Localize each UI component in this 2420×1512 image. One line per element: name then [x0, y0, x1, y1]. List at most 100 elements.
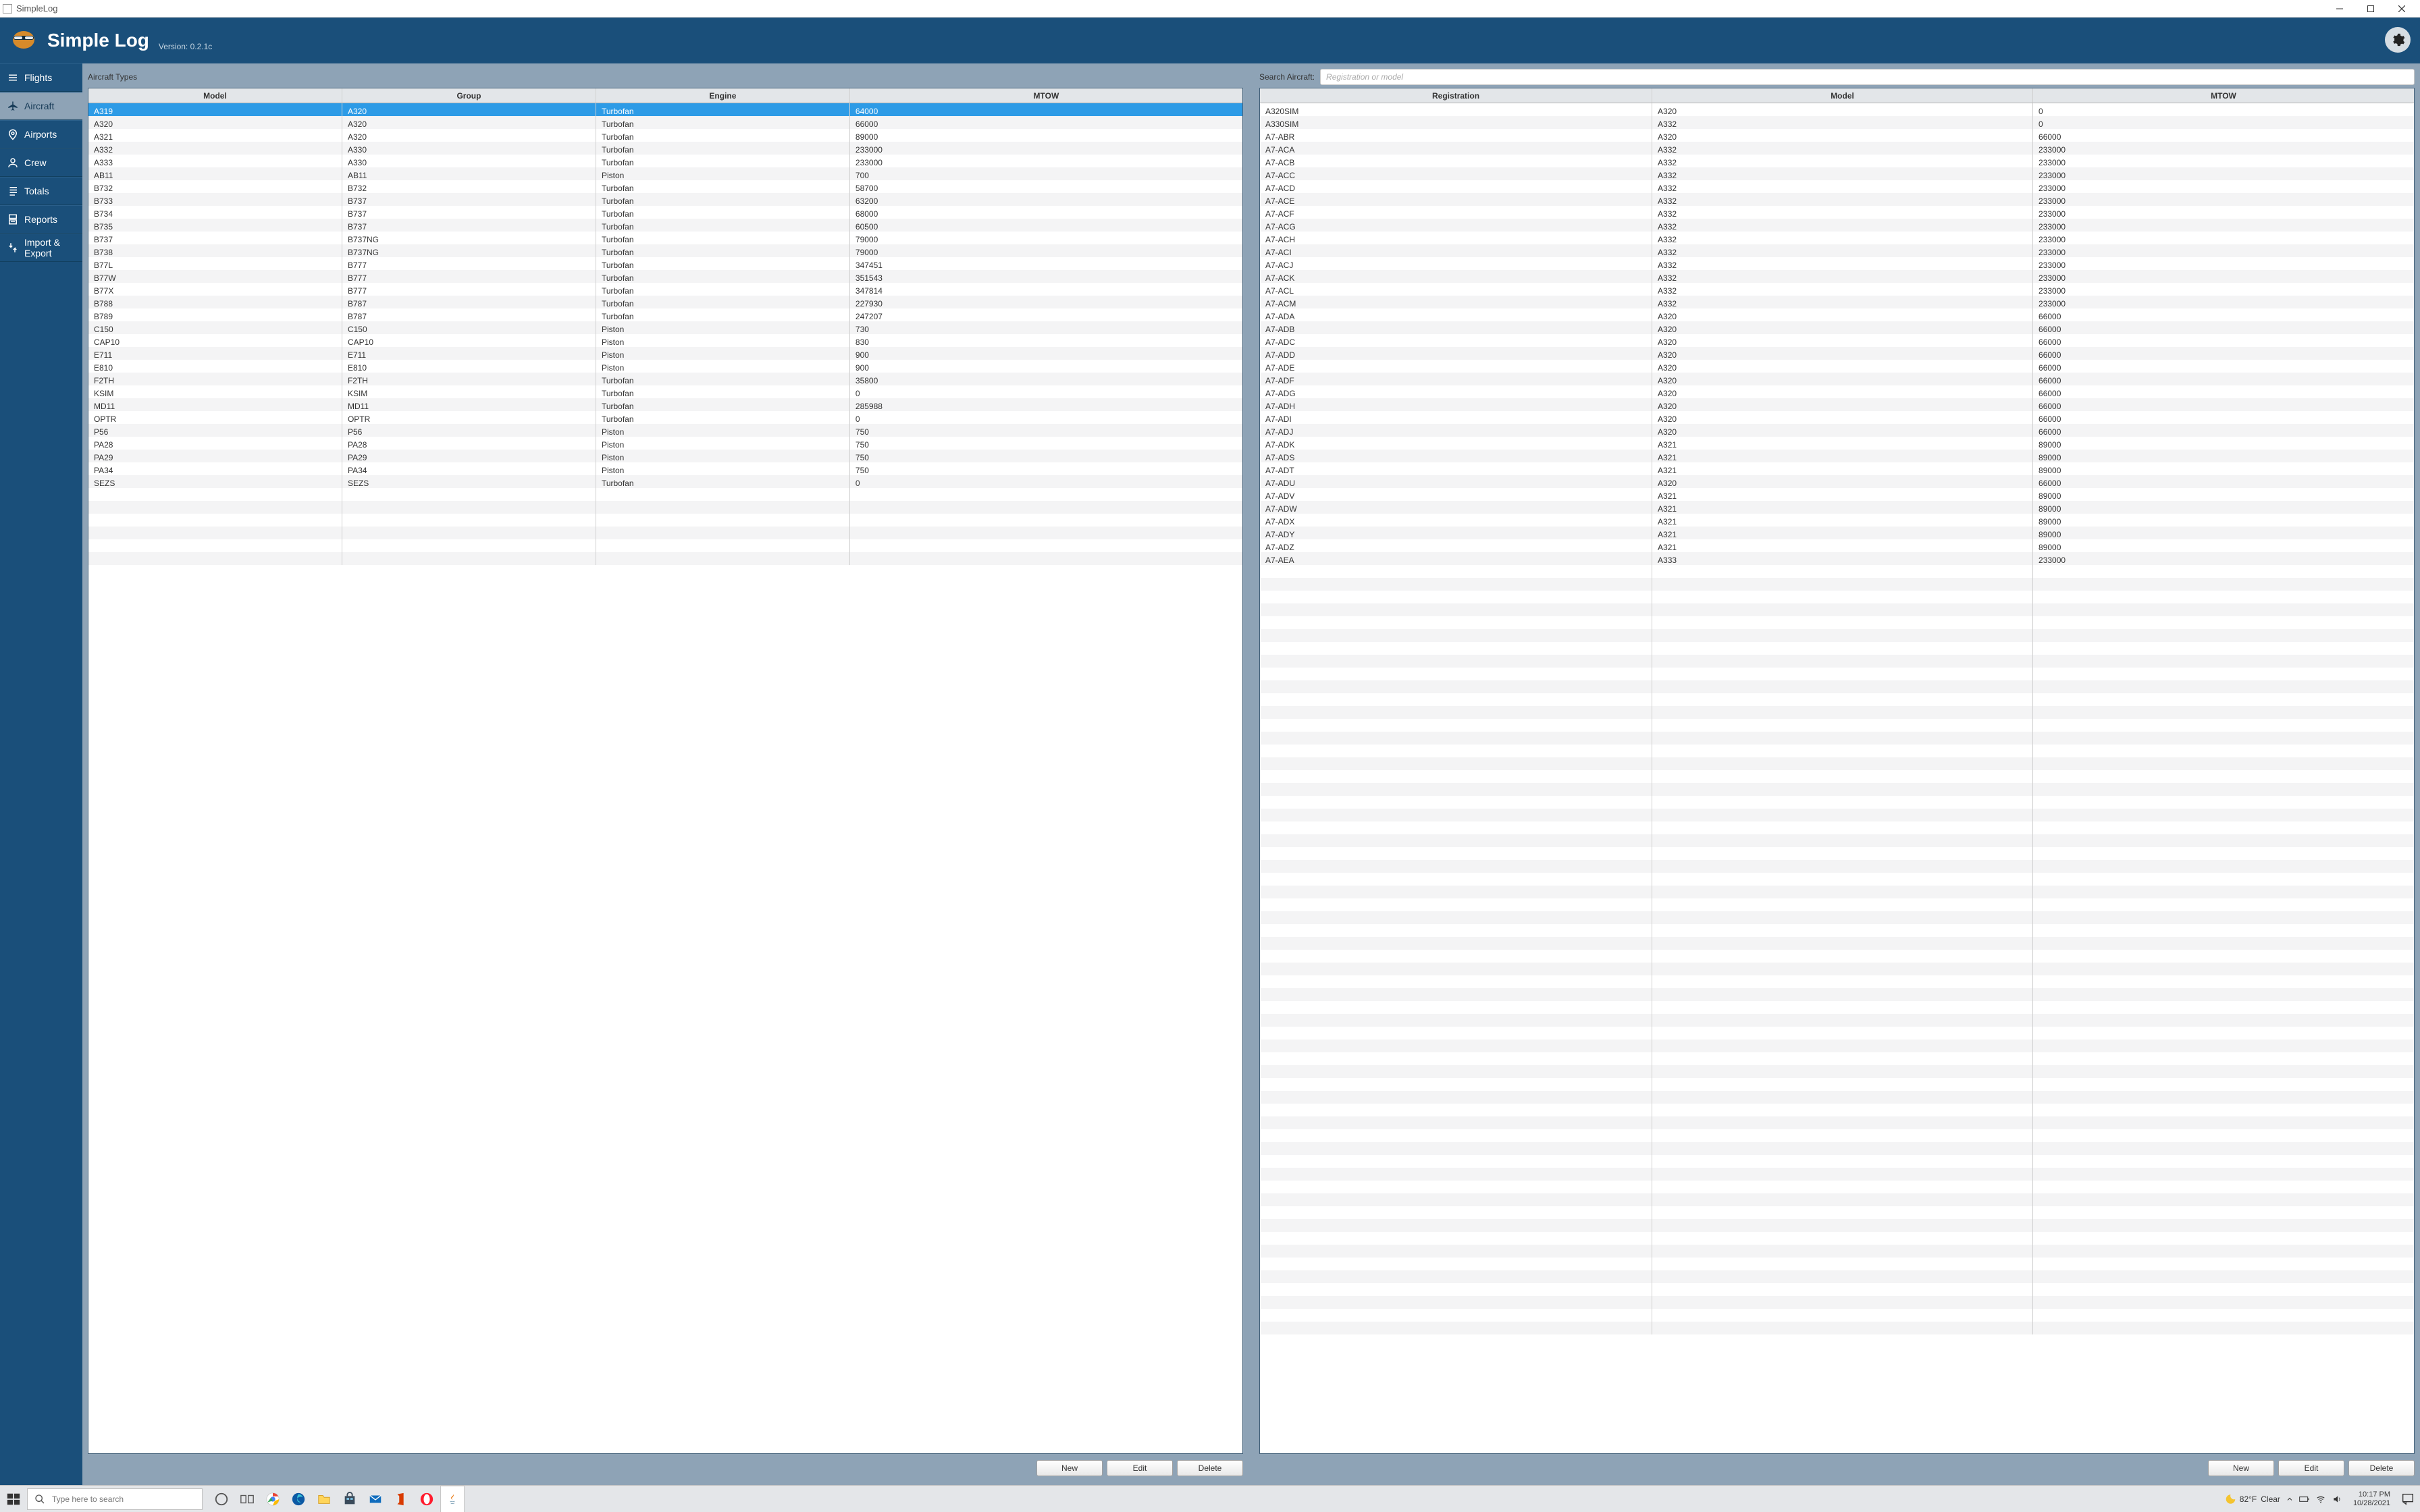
window-maximize-button[interactable]	[2355, 0, 2386, 18]
table-row[interactable]	[1260, 834, 2414, 847]
table-row[interactable]	[1260, 668, 2414, 680]
col-registration[interactable]: Registration	[1260, 88, 1652, 103]
col-mtow2[interactable]: MTOW	[2033, 88, 2414, 103]
table-row[interactable]: A7-ADTA32189000	[1260, 462, 2414, 475]
table-row[interactable]: A7-ADFA32066000	[1260, 373, 2414, 385]
table-row[interactable]	[1260, 1001, 2414, 1014]
table-row[interactable]: PA29PA29Piston750	[88, 450, 1242, 462]
table-row[interactable]: B77XB777Turbofan347814	[88, 283, 1242, 296]
table-row[interactable]	[88, 552, 1242, 565]
table-row[interactable]: A7-ACLA332233000	[1260, 283, 2414, 296]
table-row[interactable]	[1260, 719, 2414, 732]
table-row[interactable]: A7-ACGA332233000	[1260, 219, 2414, 232]
table-row[interactable]	[1260, 745, 2414, 757]
table-row[interactable]: CAP10CAP10Piston830	[88, 334, 1242, 347]
table-row[interactable]	[1260, 873, 2414, 886]
table-row[interactable]: E810E810Piston900	[88, 360, 1242, 373]
table-row[interactable]	[1260, 591, 2414, 603]
table-row[interactable]	[1260, 1232, 2414, 1245]
table-row[interactable]	[1260, 655, 2414, 668]
table-row[interactable]	[1260, 1052, 2414, 1065]
table-row[interactable]: A7-AEAA333233000	[1260, 552, 2414, 565]
table-row[interactable]: A7-ADGA32066000	[1260, 385, 2414, 398]
edge-icon[interactable]	[286, 1486, 311, 1512]
table-row[interactable]	[1260, 911, 2414, 924]
table-row[interactable]	[88, 488, 1242, 501]
settings-button[interactable]	[2385, 27, 2411, 53]
col-model2[interactable]: Model	[1652, 88, 2033, 103]
table-row[interactable]	[1260, 796, 2414, 809]
table-row[interactable]: AB11AB11Piston700	[88, 167, 1242, 180]
table-row[interactable]	[1260, 963, 2414, 975]
opera-icon[interactable]	[415, 1486, 439, 1512]
table-row[interactable]: A321A320Turbofan89000	[88, 129, 1242, 142]
table-row[interactable]	[1260, 629, 2414, 642]
system-tray[interactable]	[2280, 1494, 2348, 1504]
table-row[interactable]	[1260, 680, 2414, 693]
aircraft-types-new-button[interactable]: New	[1036, 1460, 1103, 1476]
table-row[interactable]: A7-ADAA32066000	[1260, 308, 2414, 321]
store-icon[interactable]	[338, 1486, 362, 1512]
table-row[interactable]	[1260, 950, 2414, 963]
table-row[interactable]: A7-ACBA332233000	[1260, 155, 2414, 167]
table-row[interactable]	[1260, 616, 2414, 629]
table-row[interactable]	[88, 501, 1242, 514]
splitter[interactable]	[1248, 63, 1254, 1485]
chrome-icon[interactable]	[261, 1486, 285, 1512]
table-row[interactable]	[1260, 1040, 2414, 1052]
start-button[interactable]	[0, 1486, 27, 1512]
table-row[interactable]: A7-ADWA32189000	[1260, 501, 2414, 514]
table-row[interactable]	[1260, 1014, 2414, 1027]
taskbar-clock[interactable]: 10:17 PM 10/28/2021	[2348, 1490, 2396, 1508]
table-row[interactable]	[1260, 770, 2414, 783]
table-row[interactable]: F2THF2THTurbofan35800	[88, 373, 1242, 385]
table-row[interactable]	[1260, 1065, 2414, 1078]
table-row[interactable]: A7-ADHA32066000	[1260, 398, 2414, 411]
table-row[interactable]	[1260, 1206, 2414, 1219]
table-row[interactable]	[1260, 1270, 2414, 1283]
table-row[interactable]	[1260, 821, 2414, 834]
table-row[interactable]: A7-ADCA32066000	[1260, 334, 2414, 347]
table-row[interactable]	[1260, 809, 2414, 821]
table-row[interactable]: A7-ADIA32066000	[1260, 411, 2414, 424]
table-row[interactable]: A7-ADEA32066000	[1260, 360, 2414, 373]
table-row[interactable]: A7-ADZA32189000	[1260, 539, 2414, 552]
table-row[interactable]	[1260, 937, 2414, 950]
table-row[interactable]	[1260, 860, 2414, 873]
table-row[interactable]	[1260, 1168, 2414, 1181]
table-row[interactable]: A7-ADDA32066000	[1260, 347, 2414, 360]
aircraft-types-edit-button[interactable]: Edit	[1107, 1460, 1173, 1476]
table-row[interactable]: A7-ABRA32066000	[1260, 129, 2414, 142]
table-row[interactable]	[1260, 847, 2414, 860]
table-row[interactable]: A7-ACEA332233000	[1260, 193, 2414, 206]
sidebar-item-airports[interactable]: Airports	[0, 120, 82, 148]
table-row[interactable]	[1260, 1155, 2414, 1168]
table-row[interactable]	[1260, 1322, 2414, 1334]
table-row[interactable]: B788B787Turbofan227930	[88, 296, 1242, 308]
table-row[interactable]: A7-ADXA32189000	[1260, 514, 2414, 526]
table-row[interactable]: A7-ACHA332233000	[1260, 232, 2414, 244]
col-engine[interactable]: Engine	[596, 88, 850, 103]
table-row[interactable]	[1260, 1142, 2414, 1155]
col-mtow[interactable]: MTOW	[850, 88, 1242, 103]
table-row[interactable]: A7-ACJA332233000	[1260, 257, 2414, 270]
table-row[interactable]	[1260, 732, 2414, 745]
table-row[interactable]	[1260, 975, 2414, 988]
table-row[interactable]	[1260, 706, 2414, 719]
table-row[interactable]	[1260, 783, 2414, 796]
taskbar-search[interactable]: Type here to search	[27, 1488, 203, 1510]
window-minimize-button[interactable]	[2324, 0, 2355, 18]
table-row[interactable]: PA34PA34Piston750	[88, 462, 1242, 475]
table-row[interactable]	[88, 526, 1242, 539]
office-icon[interactable]	[389, 1486, 413, 1512]
table-row[interactable]: B77LB777Turbofan347451	[88, 257, 1242, 270]
search-aircraft-input[interactable]	[1320, 69, 2415, 85]
table-row[interactable]	[1260, 642, 2414, 655]
table-row[interactable]	[1260, 898, 2414, 911]
table-row[interactable]	[1260, 1181, 2414, 1193]
table-row[interactable]	[88, 539, 1242, 552]
task-view-icon[interactable]	[235, 1486, 259, 1512]
table-row[interactable]	[1260, 1027, 2414, 1040]
table-row[interactable]: A7-ACCA332233000	[1260, 167, 2414, 180]
table-row[interactable]: SEZSSEZSTurbofan0	[88, 475, 1242, 488]
